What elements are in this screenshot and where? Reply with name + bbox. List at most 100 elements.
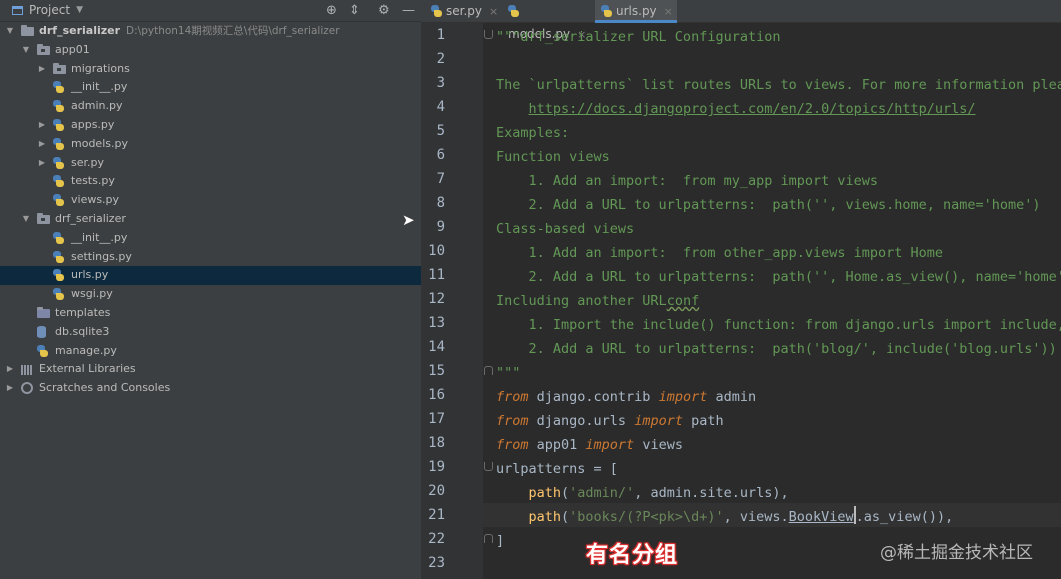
python-file-icon <box>53 175 64 188</box>
close-tab-icon[interactable]: × <box>489 5 498 18</box>
chevron-right-icon[interactable]: ▶ <box>37 60 47 79</box>
tree-item[interactable]: manage.py <box>0 342 421 361</box>
close-tab-icon[interactable]: × <box>664 5 673 18</box>
python-file-icon <box>601 5 612 17</box>
tree-item[interactable]: settings.py <box>0 248 421 267</box>
code-token: """drf_serializer URL Configuration <box>496 29 781 45</box>
line-number: 17 <box>428 411 445 427</box>
code-line: 1. Add an import: from other_app.views i… <box>496 241 944 265</box>
chevron-right-icon[interactable]: ▶ <box>5 379 15 398</box>
tree-item[interactable]: ▶ migrations <box>0 60 421 79</box>
code-token: 2. Add a URL to urlpatterns: path('blog/… <box>496 341 1057 357</box>
chevron-right-icon[interactable]: ▶ <box>37 135 47 154</box>
code-editor[interactable]: """drf_serializer URL Configuration The `… <box>496 23 1061 579</box>
project-panel-header: Project ▼ ⊕ ⇕ ⚙ — <box>0 0 421 22</box>
fold-marker-icon[interactable] <box>484 462 493 471</box>
code-token: import <box>634 413 683 429</box>
tree-item-label: drf_serializer <box>55 211 126 225</box>
project-path: D:\python14期视频汇总\代码\drf_serializer <box>126 25 340 37</box>
code-token: , views. <box>723 509 789 525</box>
code-token: 'books/(?P<pk>\d+)' <box>569 509 724 525</box>
line-number: 7 <box>436 171 445 187</box>
gear-icon[interactable]: ⚙ <box>378 3 390 18</box>
python-file-icon <box>53 288 64 301</box>
code-token: import <box>658 389 708 405</box>
editor-tab-bar: ser.py × models.py × urls.py × <box>421 0 1061 41</box>
line-number: 13 <box>428 315 445 331</box>
code-token: .as_view()), <box>855 509 954 525</box>
code-token: BookView <box>788 509 854 525</box>
scratch-icon <box>21 382 33 395</box>
chevron-right-icon[interactable]: ▶ <box>5 360 15 379</box>
tree-item[interactable]: ▶ Scratches and Consoles <box>0 379 421 398</box>
code-token: Class-based views <box>496 221 635 237</box>
code-line: https://docs.djangoproject.com/en/2.0/to… <box>496 97 976 121</box>
editor-tab[interactable]: models.py × <box>502 0 593 41</box>
fold-marker-icon[interactable] <box>484 30 493 39</box>
code-token: Including another URL <box>496 293 667 309</box>
chevron-right-icon[interactable]: ▶ <box>37 116 47 135</box>
tree-item[interactable]: ▶ ser.py <box>0 154 421 173</box>
line-number: 15 <box>428 363 445 379</box>
line-number: 8 <box>436 195 445 211</box>
tree-item[interactable]: urls.py <box>0 266 421 286</box>
collapse-all-icon[interactable]: ⇕ <box>349 3 360 18</box>
code-line: path('admin/', admin.site.urls), <box>496 481 789 505</box>
chevron-right-icon[interactable]: ▶ <box>37 154 47 173</box>
line-number: 1 <box>436 27 445 43</box>
line-number: 9 <box>436 219 445 235</box>
editor-tab[interactable]: ser.py × <box>425 0 500 23</box>
python-file-icon <box>37 344 48 357</box>
project-view-selector[interactable]: Project ▼ <box>12 3 83 17</box>
code-line: The `urlpatterns` list routes URLs to vi… <box>496 73 1061 97</box>
tree-item[interactable]: ▶ apps.py <box>0 116 421 135</box>
tab-label: ser.py <box>446 4 482 18</box>
tree-item[interactable]: ▼ drf_serializer D:\python14期视频汇总\代码\drf_s… <box>0 22 421 41</box>
chevron-down-icon[interactable]: ▼ <box>5 22 15 41</box>
tree-item[interactable]: ▼ drf_serializer <box>0 210 421 229</box>
fold-marker-icon[interactable] <box>484 366 493 375</box>
template-folder-icon <box>37 306 50 318</box>
code-token: 2. Add a URL to urlpatterns: path('', vi… <box>496 197 1041 213</box>
code-token: 1. Import the include() function: from d… <box>496 317 1061 333</box>
tree-item[interactable]: tests.py <box>0 172 421 191</box>
tree-item[interactable]: ▶ External Libraries <box>0 360 421 379</box>
chevron-down-icon[interactable]: ▼ <box>21 210 31 229</box>
code-line: 2. Add a URL to urlpatterns: path('blog/… <box>496 337 1057 361</box>
python-file-icon <box>53 269 64 282</box>
locate-target-icon[interactable]: ⊕ <box>326 3 337 18</box>
chevron-down-icon[interactable]: ▼ <box>21 41 31 60</box>
fold-marker-icon[interactable] <box>484 534 493 543</box>
tree-item[interactable]: templates <box>0 304 421 323</box>
minimize-icon[interactable]: — <box>402 3 415 18</box>
folder-icon <box>21 25 34 36</box>
tree-item[interactable]: views.py <box>0 191 421 210</box>
code-line: 1. Add an import: from my_app import vie… <box>496 169 879 193</box>
tree-item-label: manage.py <box>55 343 117 357</box>
tree-item[interactable]: wsgi.py <box>0 285 421 304</box>
python-file-icon <box>53 81 64 94</box>
tree-item[interactable]: __init__.py <box>0 78 421 97</box>
code-line: from django.urls import path <box>496 409 724 433</box>
line-number: 18 <box>428 435 445 451</box>
tree-item-label: settings.py <box>71 249 132 263</box>
tree-item-label: drf_serializer <box>39 24 121 37</box>
editor-tab[interactable]: urls.py × <box>595 0 677 23</box>
code-token: Examples: <box>496 125 570 141</box>
video-caption: 有名分组 <box>586 543 679 568</box>
tree-item[interactable]: ▼ app01 <box>0 41 421 60</box>
code-token: Function views <box>496 149 610 165</box>
tree-item[interactable]: __init__.py <box>0 229 421 248</box>
python-file-icon <box>53 100 64 113</box>
code-line: ] <box>496 529 504 553</box>
code-token: path <box>528 509 562 525</box>
code-line: """ <box>496 361 520 385</box>
tree-item[interactable]: admin.py <box>0 97 421 116</box>
tree-item[interactable]: db.sqlite3 <box>0 323 421 342</box>
tree-item[interactable]: ▶ models.py <box>0 135 421 154</box>
code-token: 1. Add an import: from other_app.views i… <box>496 245 944 261</box>
code-token: urlpatterns <box>496 461 594 477</box>
code-token: app01 <box>528 437 586 453</box>
python-file-icon <box>431 5 442 17</box>
